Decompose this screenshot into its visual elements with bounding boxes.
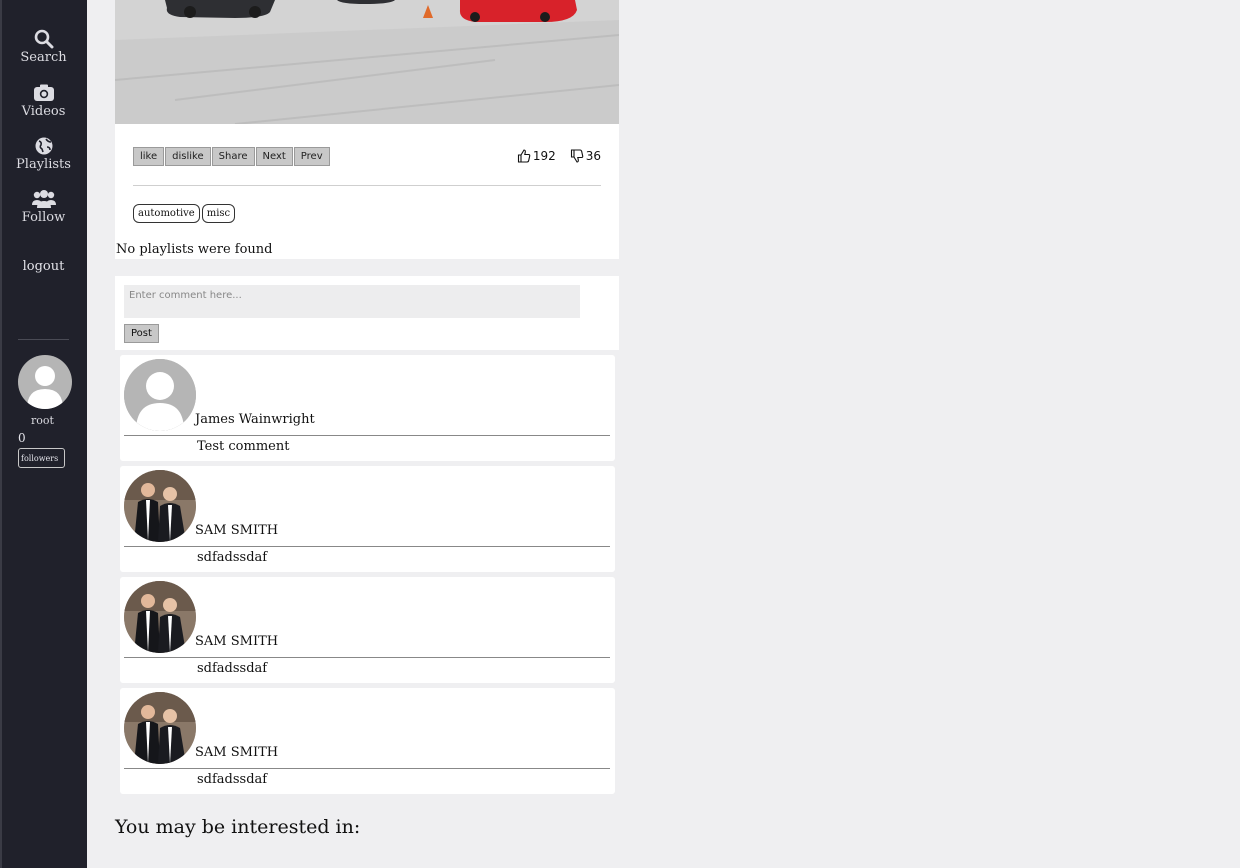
like-button[interactable]: like (133, 147, 165, 166)
default-avatar-icon (27, 366, 63, 409)
users-icon (31, 190, 56, 208)
comment-item: SAM SMITH sdfadssdaf (120, 577, 615, 683)
nav-follow[interactable]: Follow (0, 189, 87, 225)
interested-heading: You may be interested in: (115, 816, 361, 838)
sidebar: Search Videos Playlists Follow logout ro… (0, 0, 87, 868)
tag-automotive[interactable]: automotive (133, 204, 200, 223)
camera-icon (33, 84, 54, 101)
search-icon (34, 29, 53, 49)
comment-item: SAM SMITH sdfadssdaf (120, 688, 615, 794)
next-button[interactable]: Next (255, 147, 293, 166)
comment-text: sdfadssdaf (197, 661, 268, 676)
comment-avatar (124, 470, 196, 542)
nav-search-label: Search (20, 50, 67, 65)
comment-text: sdfadssdaf (197, 772, 268, 787)
sidebar-divider (18, 339, 69, 340)
no-playlists-message: No playlists were found (116, 242, 273, 257)
comment-author[interactable]: SAM SMITH (195, 523, 278, 538)
avatar[interactable] (18, 355, 72, 409)
dislikes-count: 36 (585, 149, 601, 163)
comment-author[interactable]: SAM SMITH (195, 634, 278, 649)
tag-misc[interactable]: misc (201, 204, 236, 223)
nav-search[interactable]: Search (0, 29, 87, 65)
followers-button[interactable]: followers (18, 448, 65, 468)
vote-counts: 192 36 (517, 149, 601, 163)
user-photo-avatar (124, 581, 196, 653)
comment-text: sdfadssdaf (197, 550, 268, 565)
video-player[interactable] (115, 0, 619, 124)
nav-videos[interactable]: Videos (0, 83, 87, 119)
nav-follow-label: Follow (21, 210, 66, 225)
comment-divider (124, 435, 610, 436)
nav-playlists-label: Playlists (16, 157, 71, 172)
comment-divider (124, 546, 610, 547)
logout-link[interactable]: logout (0, 259, 87, 274)
nav-videos-label: Videos (21, 104, 66, 119)
share-button[interactable]: Share (211, 147, 255, 166)
dislike-button[interactable]: dislike (165, 147, 211, 166)
user-name: root (31, 414, 54, 427)
video-frame-image (115, 0, 619, 124)
tag-list: automotive misc (133, 204, 236, 223)
comment-divider (124, 657, 610, 658)
comment-avatar (124, 359, 196, 431)
comment-item: James Wainwright Test comment (120, 355, 615, 461)
comment-divider (124, 768, 610, 769)
comment-input[interactable] (124, 285, 580, 318)
comment-form: Post (115, 276, 619, 350)
globe-icon (35, 137, 52, 155)
default-avatar-icon (124, 359, 196, 431)
video-info-panel: like dislike Share Next Prev 192 36 auto… (115, 124, 619, 259)
prev-button[interactable]: Prev (293, 147, 330, 166)
video-controls: like dislike Share Next Prev (133, 147, 331, 166)
comment-avatar (124, 581, 196, 653)
thumbs-up-icon (517, 149, 531, 163)
comment-author[interactable]: SAM SMITH (195, 745, 278, 760)
follower-count: 0 (18, 431, 26, 445)
post-button[interactable]: Post (124, 324, 159, 343)
panel-divider (133, 185, 601, 186)
comment-avatar (124, 692, 196, 764)
nav-playlists[interactable]: Playlists (0, 136, 87, 172)
thumbs-down-icon (570, 149, 584, 163)
user-photo-avatar (124, 692, 196, 764)
comment-author[interactable]: James Wainwright (195, 412, 315, 427)
comment-item: SAM SMITH sdfadssdaf (120, 466, 615, 572)
comment-text: Test comment (197, 439, 290, 454)
user-photo-avatar (124, 470, 196, 542)
likes-count: 192 (532, 149, 556, 163)
